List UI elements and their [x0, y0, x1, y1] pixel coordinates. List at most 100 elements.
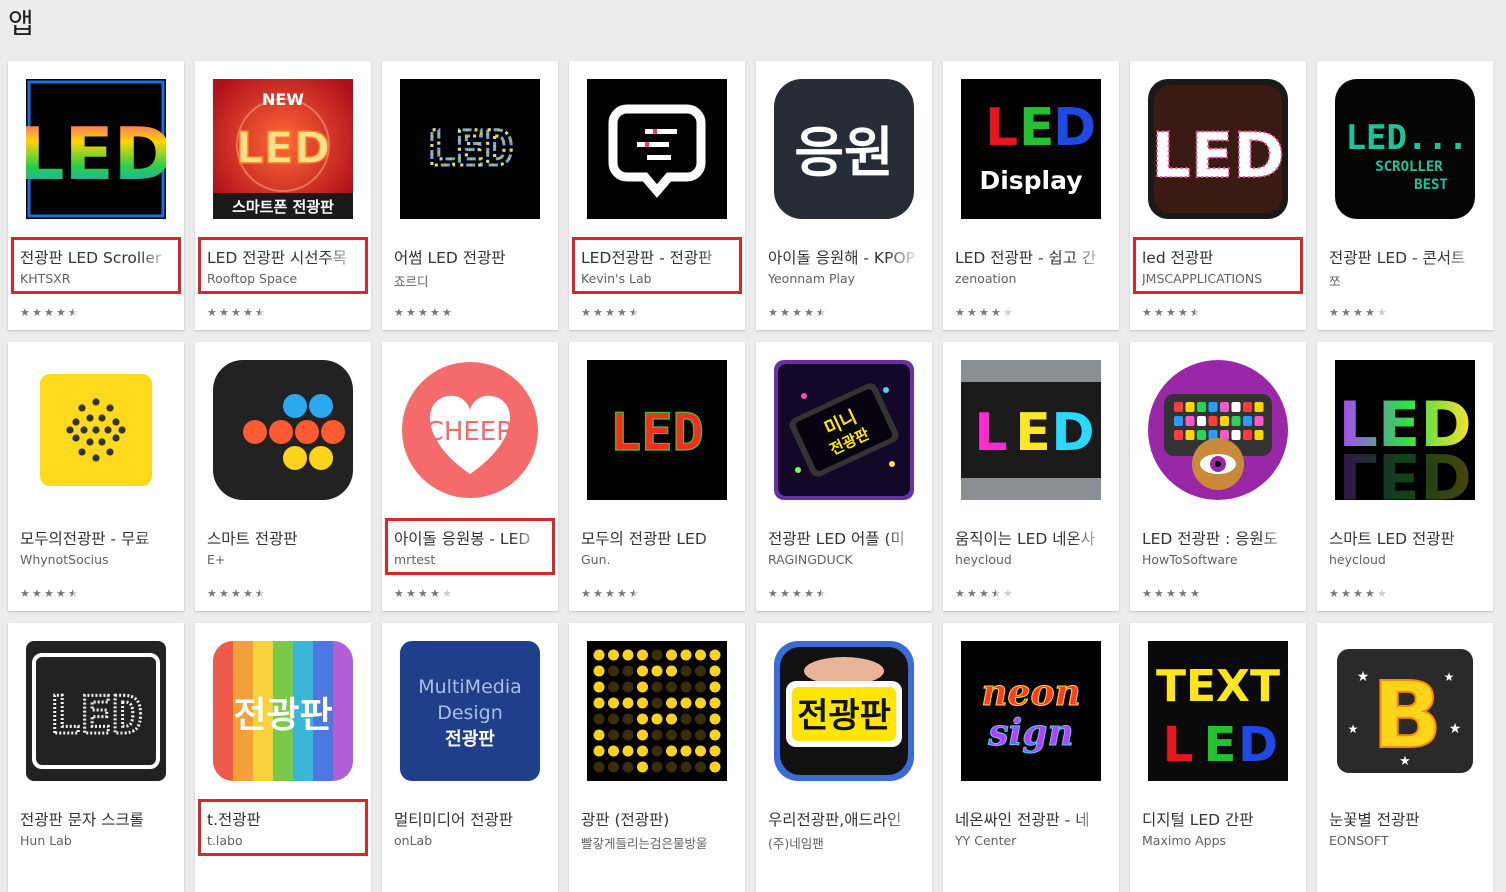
- app-title[interactable]: 우리전광판,애드라인: [768, 808, 920, 830]
- app-developer[interactable]: RAGINGDUCK: [768, 552, 920, 567]
- app-card[interactable]: 모두의전광판 - 무료 WhynotSocius ★★★★★: [8, 342, 184, 611]
- yellow-matrix-icon[interactable]: [587, 641, 727, 781]
- app-title[interactable]: 아이돌 응원봉 - LED: [394, 527, 546, 549]
- app-title[interactable]: LED전광판 - 전광판: [581, 246, 733, 268]
- app-card[interactable]: CHEER 아이돌 응원봉 - LED mrtest ★★★★★: [382, 342, 558, 611]
- dot-led-icon[interactable]: LED LED: [400, 79, 540, 219]
- app-title[interactable]: 스마트 LED 전광판: [1329, 527, 1481, 549]
- color-circles-icon[interactable]: [213, 360, 353, 500]
- mini-phone-icon[interactable]: 미니 전광판: [774, 360, 914, 500]
- app-card[interactable]: MultiMedia Design 전광판 멀티미디어 전광판 onLab: [382, 623, 558, 892]
- app-developer[interactable]: HowToSoftware: [1142, 552, 1294, 567]
- app-title[interactable]: t.전광판: [207, 808, 359, 830]
- app-title[interactable]: LED 전광판 시선주목: [207, 246, 359, 268]
- app-title[interactable]: 아이돌 응원해 - KPOP: [768, 246, 920, 268]
- app-title[interactable]: 모두의 전광판 LED: [581, 527, 733, 549]
- speech-bubble-icon[interactable]: [587, 79, 727, 219]
- text-led-icon[interactable]: TEXT L E D: [1148, 641, 1288, 781]
- app-card[interactable]: 전광판 우리전광판,애드라인 (주)네임팬: [756, 623, 932, 892]
- new-led-smartphone-icon[interactable]: NEW LED 스마트폰 전광판: [213, 79, 353, 219]
- app-card[interactable]: 전광판 t.전광판 t.labo: [195, 623, 371, 892]
- app-title[interactable]: 어썸 LED 전광판: [394, 246, 546, 268]
- rainbow-stripes-icon[interactable]: 전광판: [213, 641, 353, 781]
- star-icon: ★: [231, 306, 242, 319]
- app-card[interactable]: NEW LED 스마트폰 전광판 LED 전광판 시선주목 Rooftop Sp…: [195, 61, 371, 330]
- app-developer[interactable]: JMSCAPPLICATIONS: [1142, 271, 1294, 286]
- app-developer[interactable]: Yeonnam Play: [768, 271, 920, 286]
- app-card[interactable]: LED LED 스마트 LED 전광판 heycloud ★★★★★: [1317, 342, 1493, 611]
- star-icon: ★: [1154, 306, 1165, 319]
- app-developer[interactable]: 쪼: [1329, 271, 1481, 290]
- app-developer[interactable]: t.labo: [207, 833, 359, 848]
- led-frame-icon[interactable]: LED: [26, 641, 166, 781]
- app-card[interactable]: 응원 아이돌 응원해 - KPOP Yeonnam Play ★★★★★: [756, 61, 932, 330]
- app-card[interactable]: 미니 전광판 전광판 LED 어플 (미 RAGINGDUCK ★★★★★: [756, 342, 932, 611]
- app-card[interactable]: LED전광판 - 전광판 Kevin's Lab ★★★★★: [569, 61, 745, 330]
- app-title[interactable]: 스마트 전광판: [207, 527, 359, 549]
- app-developer[interactable]: (주)네임팬: [768, 833, 920, 852]
- app-card[interactable]: LED 전광판 문자 스크롤 Hun Lab: [8, 623, 184, 892]
- star-b-icon[interactable]: B ★ ★ ★ ★ ★: [1335, 641, 1475, 781]
- app-developer[interactable]: WhynotSocius: [20, 552, 172, 567]
- neon-led-icon[interactable]: L E D: [961, 360, 1101, 500]
- app-card[interactable]: 스마트 전광판 E+ ★★★★★: [195, 342, 371, 611]
- app-title[interactable]: LED 전광판 : 응원도: [1142, 527, 1294, 549]
- app-title[interactable]: LED 전광판 - 쉽고 간: [955, 246, 1107, 268]
- app-developer[interactable]: onLab: [394, 833, 546, 848]
- app-title[interactable]: 디지털 LED 간판: [1142, 808, 1294, 830]
- app-card[interactable]: LED 전광판 LED Scroller KHTSXR ★★★★★: [8, 61, 184, 330]
- app-title[interactable]: 모두의전광판 - 무료: [20, 527, 172, 549]
- led-dots-icon[interactable]: LED: [1148, 79, 1288, 219]
- app-card[interactable]: LED... SCROLLER BEST 전광판 LED - 콘서트 쪼 ★★★…: [1317, 61, 1493, 330]
- app-title[interactable]: 눈꽃별 전광판: [1329, 808, 1481, 830]
- led-scroller-best-icon[interactable]: LED... SCROLLER BEST: [1335, 79, 1475, 219]
- app-developer[interactable]: heycloud: [1329, 552, 1481, 567]
- app-developer[interactable]: Hun Lab: [20, 833, 172, 848]
- yellow-dots-icon[interactable]: [26, 360, 166, 500]
- led-rainbow-icon[interactable]: LED: [26, 79, 166, 219]
- app-title[interactable]: 네온싸인 전광판 - 네: [955, 808, 1107, 830]
- led-reflect-icon[interactable]: LED LED: [1335, 360, 1475, 500]
- app-developer[interactable]: Maximo Apps: [1142, 833, 1294, 848]
- app-title[interactable]: 전광판 LED 어플 (미: [768, 527, 920, 549]
- app-title[interactable]: 전광판 문자 스크롤: [20, 808, 172, 830]
- app-card[interactable]: LED 전광판 : 응원도 HowToSoftware ★★★★★: [1130, 342, 1306, 611]
- cheer-korean-icon[interactable]: 응원: [774, 79, 914, 219]
- app-card[interactable]: neon sign 네온싸인 전광판 - 네 YY Center: [943, 623, 1119, 892]
- app-title[interactable]: 광판 (전광판): [581, 808, 733, 830]
- eye-phone-icon[interactable]: [1148, 360, 1288, 500]
- red-led-icon[interactable]: LED: [587, 360, 727, 500]
- app-developer[interactable]: zenoation: [955, 271, 1107, 286]
- app-developer[interactable]: mrtest: [394, 552, 546, 567]
- app-title[interactable]: 전광판 LED - 콘서트: [1329, 246, 1481, 268]
- app-title[interactable]: 멀티미디어 전광판: [394, 808, 546, 830]
- app-card[interactable]: 광판 (전광판) 빨갛게들리는검은물방울: [569, 623, 745, 892]
- app-card[interactable]: B ★ ★ ★ ★ ★ 눈꽃별 전광판 EONSOFT: [1317, 623, 1493, 892]
- app-developer[interactable]: 빨갛게들리는검은물방울: [581, 833, 733, 852]
- app-developer[interactable]: 죠르디: [394, 271, 546, 290]
- app-card[interactable]: L E D 움직이는 LED 네온사 heycloud ★★★★ ★: [943, 342, 1119, 611]
- app-rating: ★★★★★: [581, 306, 641, 319]
- app-developer[interactable]: KHTSXR: [20, 271, 172, 286]
- app-title[interactable]: led 전광판: [1142, 246, 1294, 268]
- star-icon: ★: [804, 587, 815, 600]
- app-developer[interactable]: Gun.: [581, 552, 733, 567]
- app-card[interactable]: LED LED 어썸 LED 전광판 죠르디 ★★★★★: [382, 61, 558, 330]
- app-title[interactable]: 전광판 LED Scroller: [20, 246, 172, 268]
- app-developer[interactable]: E+: [207, 552, 359, 567]
- app-developer[interactable]: Kevin's Lab: [581, 271, 733, 286]
- app-developer[interactable]: YY Center: [955, 833, 1107, 848]
- app-card[interactable]: LED led 전광판 JMSCAPPLICATIONS ★★★★★: [1130, 61, 1306, 330]
- app-card[interactable]: L E D Display LED 전광판 - 쉽고 간 zenoation ★…: [943, 61, 1119, 330]
- neon-sign-icon[interactable]: neon sign: [961, 641, 1101, 781]
- app-card[interactable]: LED 모두의 전광판 LED Gun. ★★★★★: [569, 342, 745, 611]
- cheer-heart-icon[interactable]: CHEER: [400, 360, 540, 500]
- led-display-icon[interactable]: L E D Display: [961, 79, 1101, 219]
- app-developer[interactable]: heycloud: [955, 552, 1107, 567]
- hand-phone-icon[interactable]: 전광판: [774, 641, 914, 781]
- app-title[interactable]: 움직이는 LED 네온사: [955, 527, 1107, 549]
- app-developer[interactable]: Rooftop Space: [207, 271, 359, 286]
- app-developer[interactable]: EONSOFT: [1329, 833, 1481, 848]
- app-card[interactable]: TEXT L E D 디지털 LED 간판 Maximo Apps: [1130, 623, 1306, 892]
- multimedia-design-icon[interactable]: MultiMedia Design 전광판: [400, 641, 540, 781]
